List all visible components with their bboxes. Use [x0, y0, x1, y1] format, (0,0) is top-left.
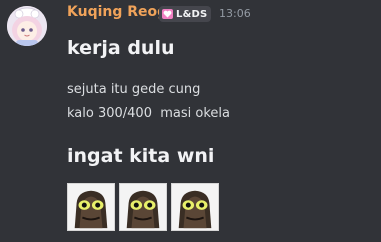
avatar[interactable] — [7, 6, 47, 46]
role-tag-label: L&DS — [176, 8, 208, 20]
message-heading: kerja dulu — [67, 37, 175, 59]
heart-icon — [162, 9, 173, 19]
role-tag[interactable]: L&DS — [159, 6, 212, 22]
frog-emoji[interactable] — [119, 183, 167, 231]
timestamp: 13:06 — [219, 7, 251, 20]
chat-message: Kuqing Reog L&DS 13:06 kerja dulu sejuta… — [0, 0, 381, 242]
message-heading: ingat kita wni — [67, 145, 215, 167]
message-line: sejuta itu gede cung — [67, 82, 201, 97]
username[interactable]: Kuqing Reog — [67, 4, 167, 20]
message-line: kalo 300/400 masi okela — [67, 106, 230, 121]
frog-emoji[interactable] — [171, 183, 219, 231]
frog-emoji[interactable] — [67, 183, 115, 231]
emoji-row — [67, 183, 219, 231]
